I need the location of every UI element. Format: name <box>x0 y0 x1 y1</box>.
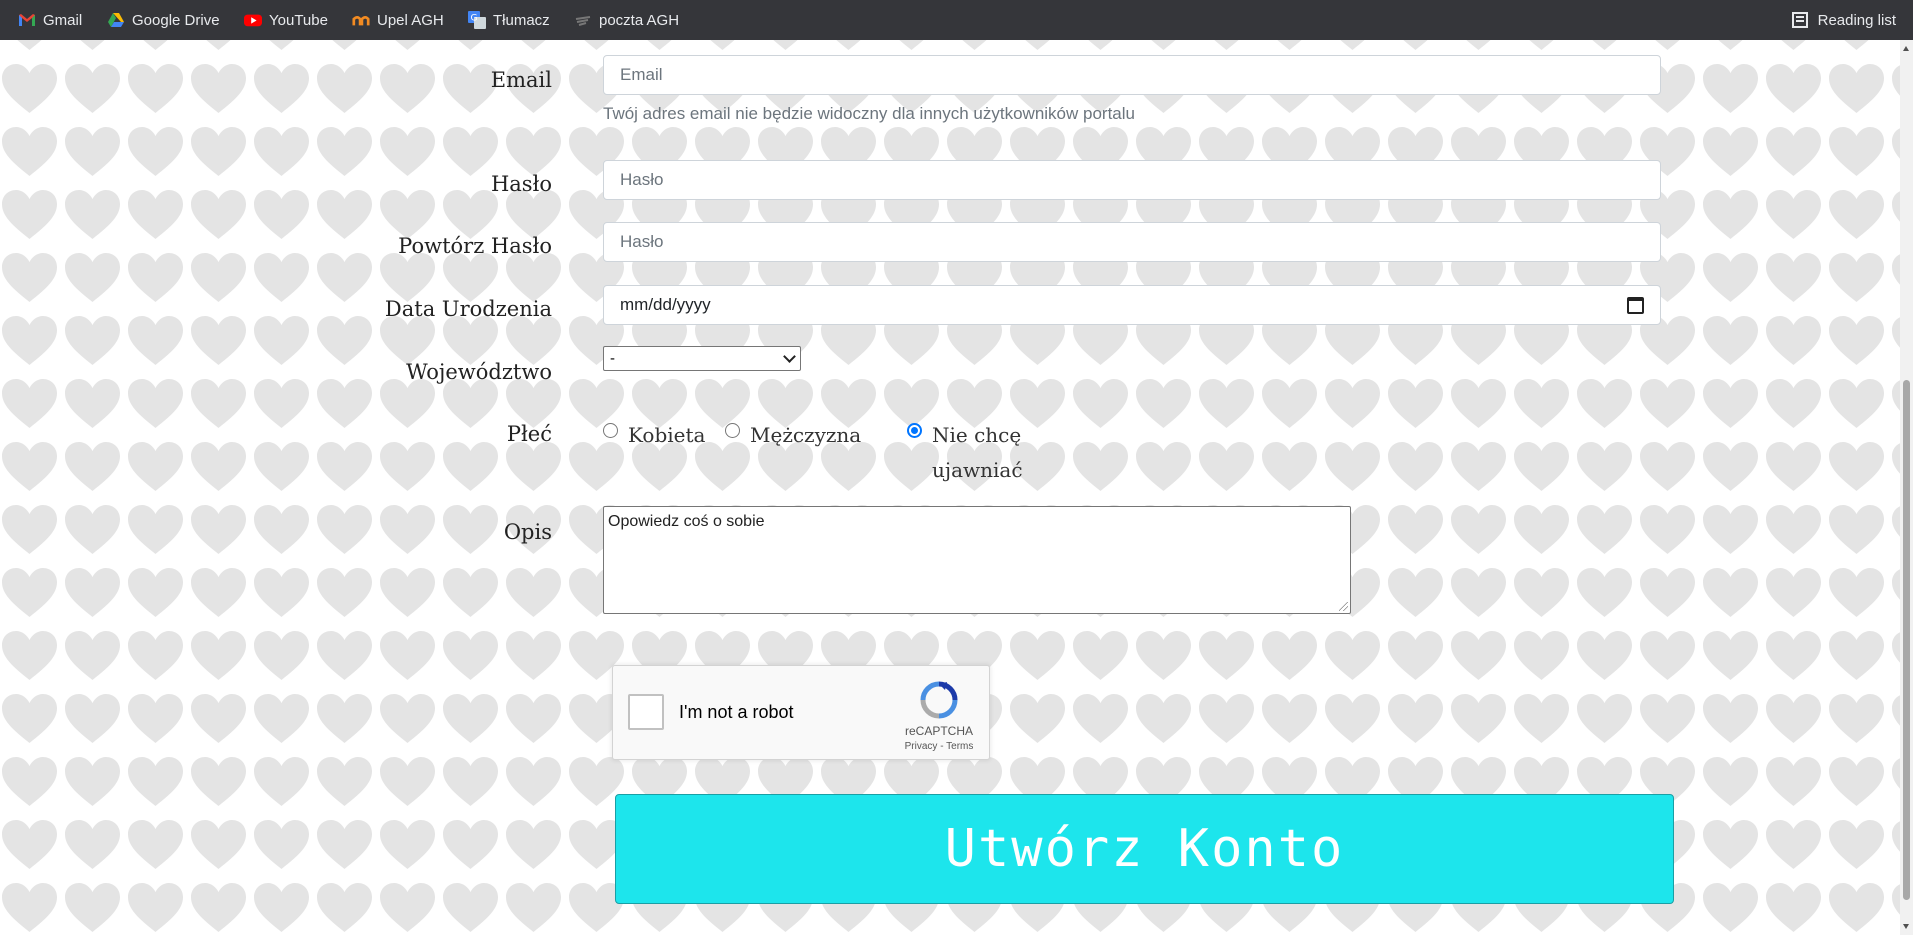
upel-icon <box>352 15 370 26</box>
password-repeat-label: Powtórz Hasło <box>398 234 552 258</box>
bookmark-label: Upel AGH <box>377 11 444 29</box>
bookmark-poczta-agh[interactable]: poczta AGH <box>574 0 679 40</box>
password-field[interactable]: Hasło <box>603 160 1661 200</box>
translate-icon: G <box>468 11 486 29</box>
gender-option-label: Kobieta <box>628 423 706 447</box>
voivodeship-selected: - <box>610 350 615 367</box>
voivodeship-label: Województwo <box>406 360 552 384</box>
gender-option-label-continued: ujawniać <box>932 458 1023 482</box>
calendar-icon[interactable] <box>1627 296 1644 314</box>
bookmark-label: poczta AGH <box>599 11 680 29</box>
bookmarks-bar: Gmail Google Drive YouTube Upel AGH G Tł… <box>0 0 1913 40</box>
bookmark-gmail[interactable]: Gmail <box>18 0 82 40</box>
birth-date-field[interactable]: mm/dd/yyyy <box>603 285 1661 325</box>
email-label: Email <box>490 68 552 92</box>
description-label: Opis <box>503 520 552 544</box>
recaptcha-privacy-link[interactable]: Privacy <box>905 741 938 752</box>
gender-option-label: Mężczyzna <box>750 423 862 447</box>
recaptcha-brand: reCAPTCHA <box>904 724 973 738</box>
reading-list-icon <box>1791 12 1808 28</box>
scroll-up-icon[interactable] <box>1903 46 1909 51</box>
bookmark-label: Tłumacz <box>493 11 550 29</box>
description-value: Opowiedz coś o sobie <box>608 513 765 530</box>
youtube-icon <box>244 14 262 27</box>
gender-radio-nie-chce[interactable] <box>907 423 922 438</box>
birth-date-value: mm/dd/yyyy <box>620 295 711 314</box>
recaptcha-logo-icon <box>920 681 958 719</box>
password-placeholder: Hasło <box>620 170 664 189</box>
password-repeat-placeholder: Hasło <box>620 232 664 251</box>
gender-radio-mezczyzna[interactable] <box>725 423 740 438</box>
resize-handle-icon[interactable] <box>1339 602 1348 611</box>
recaptcha-separator: - <box>940 741 944 752</box>
chevron-down-icon <box>783 350 796 363</box>
reading-list-label: Reading list <box>1817 11 1896 29</box>
email-help-text: Twój adres email nie będzie widoczny dla… <box>603 104 1135 123</box>
gender-option-label: Nie chcę <box>932 423 1022 447</box>
bookmark-upel-agh[interactable]: Upel AGH <box>352 0 444 40</box>
password-label: Hasło <box>490 172 552 196</box>
gender-label: Płeć <box>506 422 552 446</box>
bookmark-label: Google Drive <box>132 11 220 29</box>
registration-page: Email Email Twój adres email nie będzie … <box>0 40 1900 935</box>
email-field[interactable]: Email <box>603 55 1661 95</box>
email-placeholder: Email <box>620 65 663 84</box>
gender-radio-kobieta[interactable] <box>603 423 618 438</box>
reading-list-button[interactable]: Reading list <box>1791 0 1896 40</box>
page-scrollbar[interactable] <box>1900 40 1913 935</box>
birth-date-label: Data Urodzenia <box>384 297 552 321</box>
bookmark-tlumacz[interactable]: G Tłumacz <box>468 0 550 40</box>
recaptcha-terms-link[interactable]: Terms <box>946 741 973 752</box>
svg-text:G: G <box>471 14 478 24</box>
scrollbar-thumb[interactable] <box>1903 380 1910 900</box>
recaptcha-widget: I'm not a robot reCAPTCHA Privacy - Term… <box>612 665 990 760</box>
bookmark-label: Gmail <box>43 11 83 29</box>
voivodeship-select[interactable]: - <box>603 346 801 371</box>
bookmark-google-drive[interactable]: Google Drive <box>107 0 220 40</box>
create-account-button[interactable]: Utwórz Konto <box>615 794 1674 904</box>
bookmark-label: YouTube <box>269 11 328 29</box>
recaptcha-label: I'm not a robot <box>679 702 794 722</box>
recaptcha-links: Privacy - Terms <box>893 741 985 752</box>
google-drive-icon <box>108 13 124 27</box>
recaptcha-checkbox[interactable] <box>628 694 664 730</box>
password-repeat-field[interactable]: Hasło <box>603 222 1661 262</box>
description-textarea[interactable]: Opowiedz coś o sobie <box>603 506 1351 614</box>
mail-icon <box>575 16 591 26</box>
bookmark-youtube[interactable]: YouTube <box>244 0 328 40</box>
gmail-icon <box>19 14 35 26</box>
scroll-down-icon[interactable] <box>1903 924 1909 929</box>
